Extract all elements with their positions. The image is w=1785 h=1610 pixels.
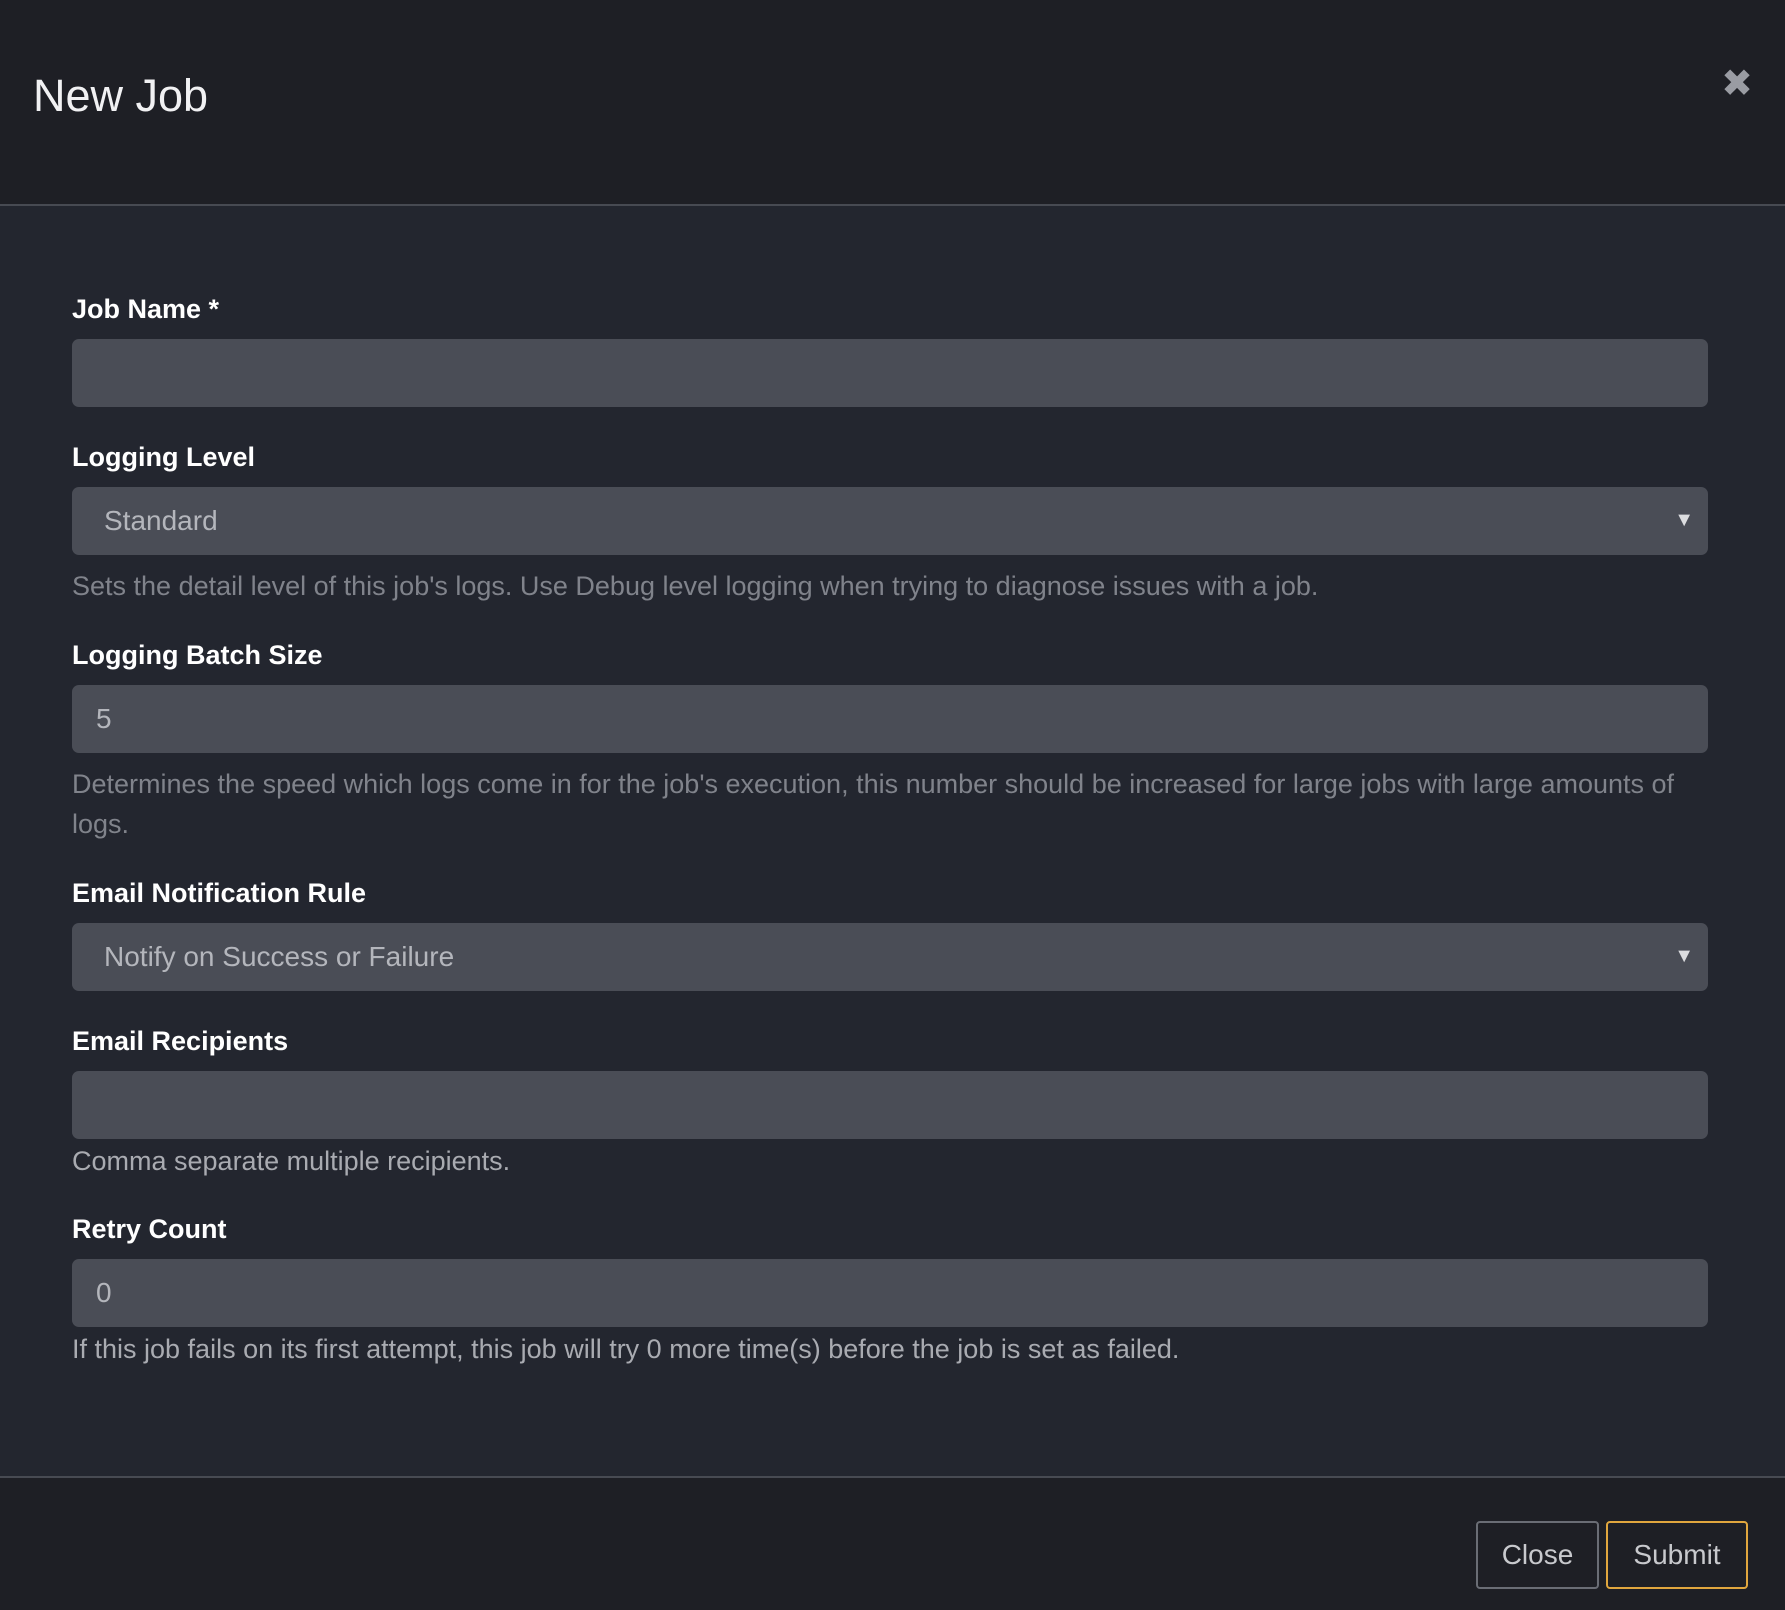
modal-title: New Job [33,70,209,121]
email-notification-rule-select[interactable]: Notify on Success or Failure ▼ [72,923,1708,991]
job-name-label: Job Name * [72,294,220,324]
close-icon[interactable]: ✖ [1719,65,1755,103]
job-name-input[interactable] [72,339,1708,407]
logging-level-label: Logging Level [72,442,256,472]
logging-level-help: Sets the detail level of this job's logs… [72,571,1319,601]
modal-body: Job Name * Logging Level Standard ▼ Sets… [0,208,1785,1476]
chevron-down-icon: ▼ [1674,509,1694,531]
logging-level-selected: Standard [104,505,218,536]
logging-batch-size-help: Determines the speed which logs come in … [72,769,1675,839]
close-button[interactable]: Close [1476,1521,1599,1589]
email-recipients-help: Comma separate multiple recipients. [72,1146,511,1176]
retry-count-help: If this job fails on its first attempt, … [72,1334,1180,1364]
modal-footer: Close Submit [0,1476,1785,1610]
email-recipients-label: Email Recipients [72,1026,289,1056]
modal-header: New Job ✖ [0,0,1785,206]
logging-batch-size-label: Logging Batch Size [72,640,323,670]
submit-button[interactable]: Submit [1606,1521,1748,1589]
retry-count-input[interactable]: 0 [72,1259,1708,1327]
retry-count-label: Retry Count [72,1214,227,1244]
logging-batch-size-input[interactable]: 5 [72,685,1708,753]
chevron-down-icon: ▼ [1674,945,1694,967]
new-job-modal: New Job ✖ Job Name * Logging Level Stand… [0,0,1785,1610]
email-notification-rule-selected: Notify on Success or Failure [104,941,455,972]
email-recipients-input[interactable] [72,1071,1708,1139]
logging-level-select[interactable]: Standard ▼ [72,487,1708,555]
email-notification-rule-label: Email Notification Rule [72,878,367,908]
